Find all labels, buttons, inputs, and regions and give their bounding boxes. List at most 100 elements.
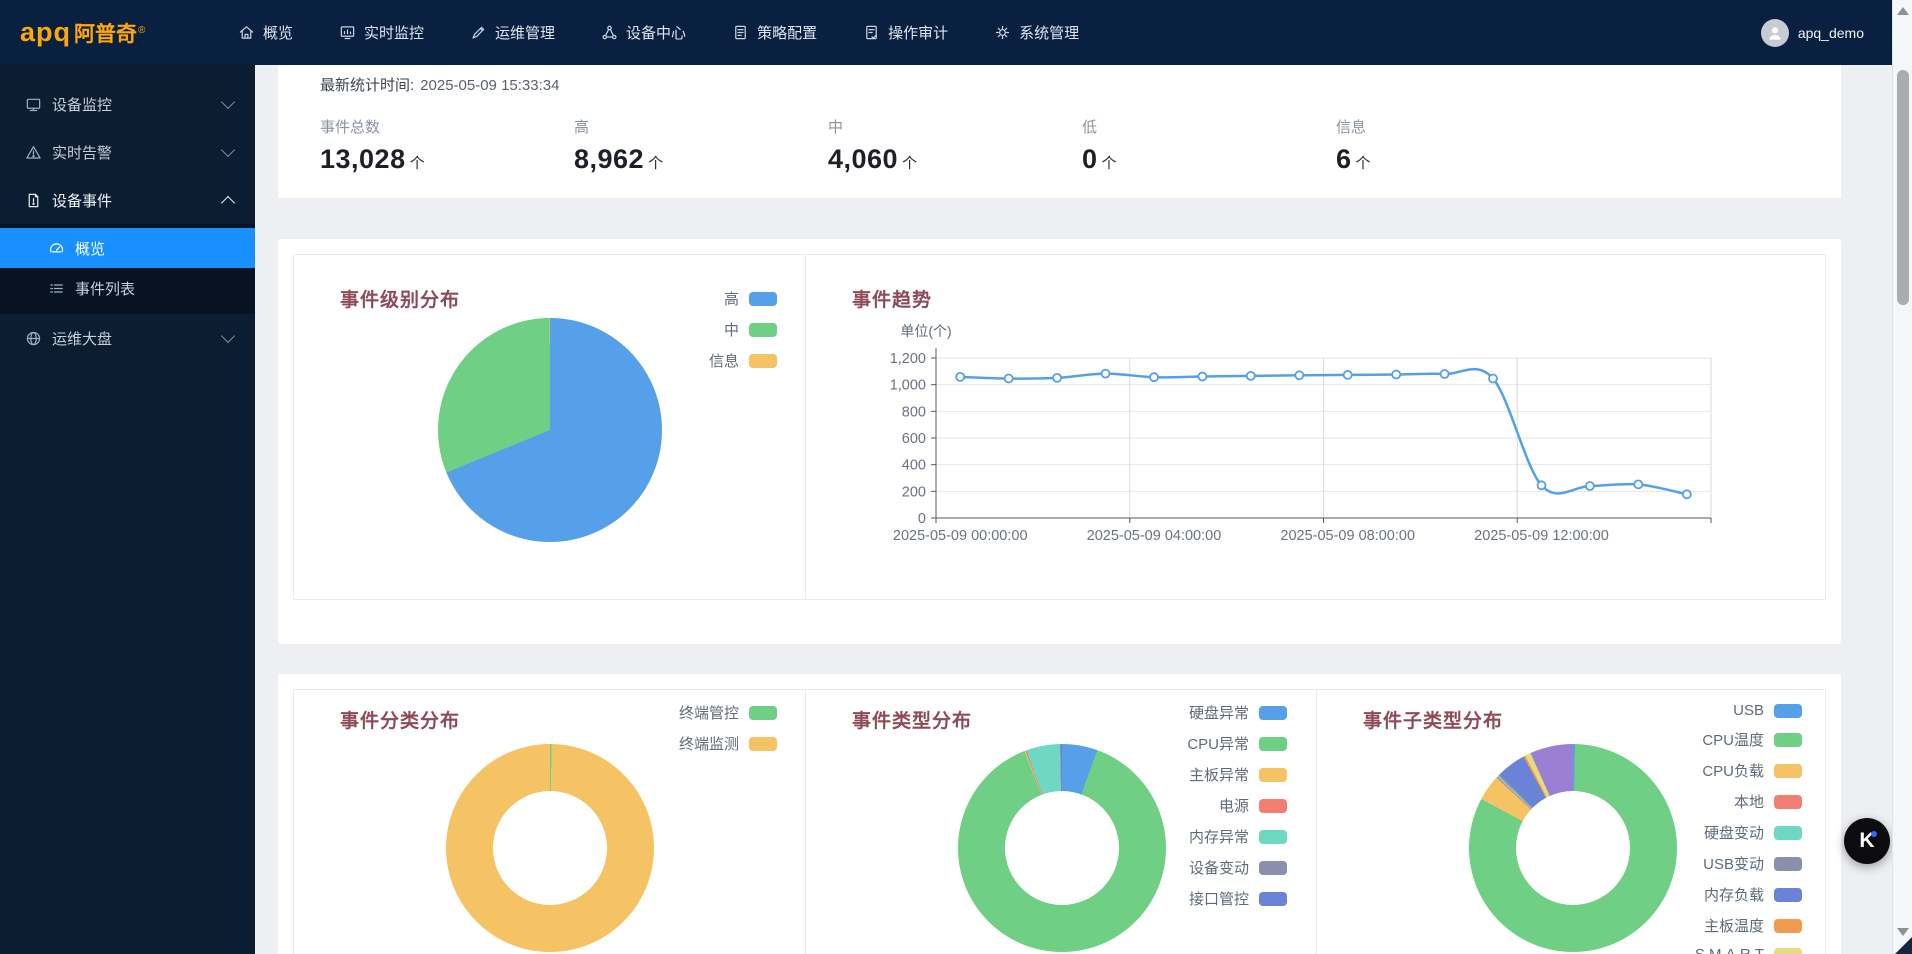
charts-row-1-box: 事件级别分布 高 中 信息 事件趋势 单位(个) 02004006008001,…: [293, 254, 1826, 600]
stat-label: 低: [1082, 116, 1336, 137]
stat-item-3: 低 0个: [1082, 116, 1336, 175]
legend-event-type: 硬盘异常 CPU异常 主板异常 电源 内存异常 设备变动 接口管控: [1187, 702, 1287, 909]
chevron-down-icon: [221, 143, 235, 157]
legend-item[interactable]: USB变动: [1674, 853, 1802, 874]
legend-swatch: [1774, 888, 1802, 902]
legend-item[interactable]: 电源: [1187, 795, 1287, 816]
legend-label: CPU负载: [1702, 760, 1764, 781]
legend-item[interactable]: CPU负载: [1674, 760, 1802, 781]
chevron-down-icon: [221, 329, 235, 343]
nav-item-1[interactable]: 实时监控: [339, 22, 424, 43]
event-level-pie-chart: [438, 318, 662, 542]
legend-label: 内存负载: [1704, 884, 1764, 905]
legend-item[interactable]: CPU异常: [1187, 733, 1287, 754]
legend-item[interactable]: 中: [709, 319, 777, 340]
scroll-down-arrow-icon[interactable]: [1897, 928, 1909, 936]
legend-item[interactable]: 硬盘变动: [1674, 822, 1802, 843]
nav-item-2[interactable]: 运维管理: [470, 22, 555, 43]
brand-text: apq: [20, 17, 71, 48]
legend-label: 硬盘变动: [1704, 822, 1764, 843]
donut-hole: [1005, 791, 1119, 905]
legend-label: 主板温度: [1704, 915, 1764, 936]
sidebar-subitem-label: 概览: [75, 238, 105, 259]
legend-label: 电源: [1219, 795, 1249, 816]
legend-item[interactable]: 主板异常: [1187, 764, 1287, 785]
legend-swatch: [1774, 704, 1802, 718]
legend-item[interactable]: 本地: [1674, 791, 1802, 812]
app-screen: apq 阿普奇 ® 概览 实时监控 运维管理 设备中心 策略配置 操作审计 系统管理 apq…: [0, 0, 1912, 954]
legend-swatch: [1774, 733, 1802, 747]
legend-item[interactable]: 高: [709, 288, 777, 309]
event-doc-icon: [25, 192, 42, 209]
legend-label: USB变动: [1703, 853, 1764, 874]
donut-hole: [1516, 791, 1630, 905]
legend-label: CPU异常: [1187, 733, 1249, 754]
brand-text-cn: 阿普奇: [74, 18, 137, 48]
stat-item-0: 事件总数 13,028个: [320, 116, 574, 175]
legend-swatch: [1774, 857, 1802, 871]
legend-item[interactable]: S.M.A.R.T: [1674, 946, 1802, 954]
nav-item-label: 设备中心: [626, 22, 686, 43]
sidebar-item-label: 设备监控: [52, 94, 112, 115]
legend-item[interactable]: 接口管控: [1187, 888, 1287, 909]
legend-item[interactable]: CPU温度: [1674, 729, 1802, 750]
panel-event-trend: 事件趋势 单位(个) 02004006008001,0001,2002025-0…: [806, 255, 1827, 599]
legend-item[interactable]: 设备变动: [1187, 857, 1287, 878]
legend-item[interactable]: USB: [1674, 702, 1802, 719]
svg-text:800: 800: [902, 404, 926, 420]
sidebar-item-label: 运维大盘: [52, 328, 112, 349]
top-nav-menu: 概览 实时监控 运维管理 设备中心 策略配置 操作审计 系统管理: [238, 22, 1079, 43]
scroll-up-arrow-icon[interactable]: [1897, 7, 1909, 15]
legend-item[interactable]: 内存异常: [1187, 826, 1287, 847]
sidebar-item-label: 设备事件: [52, 190, 112, 211]
device-center-icon: [601, 24, 618, 41]
nav-item-6[interactable]: 系统管理: [994, 22, 1079, 43]
legend-event-level: 高 中 信息: [709, 288, 777, 371]
panel-event-category-distribution: 事件分类分布 终端管控 终端监测: [294, 690, 806, 954]
legend-item[interactable]: 信息: [709, 350, 777, 371]
legend-item[interactable]: 终端监测: [679, 733, 777, 754]
nav-item-3[interactable]: 设备中心: [601, 22, 686, 43]
screen-icon: [25, 96, 42, 113]
event-subtype-donut-chart: [1469, 744, 1677, 952]
scrollbar-thumb[interactable]: [1897, 70, 1909, 305]
legend-label: 内存异常: [1189, 826, 1249, 847]
chevron-down-icon: [221, 95, 235, 109]
sidebar-subitem-0[interactable]: 概览: [0, 228, 255, 268]
user-menu[interactable]: apq_demo: [1761, 0, 1864, 65]
legend-swatch: [1259, 737, 1287, 751]
legend-swatch: [1774, 919, 1802, 933]
legend-item[interactable]: 硬盘异常: [1187, 702, 1287, 723]
monitor-chart-icon: [339, 24, 356, 41]
legend-item[interactable]: 终端管控: [679, 702, 777, 723]
last-updated-label: 最新统计时间:: [320, 77, 414, 94]
legend-item[interactable]: 内存负载: [1674, 884, 1802, 905]
legend-item[interactable]: 主板温度: [1674, 915, 1802, 936]
sidebar-subitem-1[interactable]: 事件列表: [0, 268, 255, 308]
assistant-widget-button[interactable]: K: [1844, 818, 1890, 864]
legend-swatch: [1774, 948, 1802, 954]
sidebar-item-1[interactable]: 实时告警: [0, 128, 255, 176]
svg-text:2025-05-09 04:00:00: 2025-05-09 04:00:00: [1087, 528, 1222, 544]
legend-label: 设备变动: [1189, 857, 1249, 878]
chevron-up-icon: [221, 195, 235, 209]
last-updated-value: 2025-05-09 15:33:34: [420, 77, 559, 94]
nav-item-5[interactable]: 操作审计: [863, 22, 948, 43]
sidebar-item-3[interactable]: 运维大盘: [0, 314, 255, 362]
legend-swatch: [749, 354, 777, 368]
brand-logo: apq 阿普奇 ®: [0, 17, 222, 48]
nav-item-0[interactable]: 概览: [238, 22, 293, 43]
event-category-donut-chart: [446, 744, 654, 952]
sidebar-item-0[interactable]: 设备监控: [0, 80, 255, 128]
nav-item-4[interactable]: 策略配置: [732, 22, 817, 43]
main-content: 最新统计时间:2025-05-09 15:33:34 事件总数 13,028个 …: [255, 65, 1892, 954]
panel-event-level-distribution: 事件级别分布 高 中 信息: [294, 255, 806, 599]
legend-swatch: [1774, 826, 1802, 840]
svg-text:1,000: 1,000: [890, 378, 926, 394]
legend-label: 主板异常: [1189, 764, 1249, 785]
chart-title-event-level: 事件级别分布: [340, 285, 460, 312]
sidebar-item-2[interactable]: 设备事件: [0, 176, 255, 224]
legend-label: USB: [1733, 702, 1764, 719]
legend-swatch: [1774, 764, 1802, 778]
page-scrollbar[interactable]: [1892, 0, 1912, 954]
